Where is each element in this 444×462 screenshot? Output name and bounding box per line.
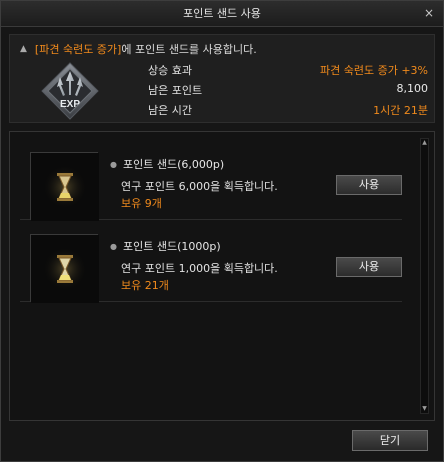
bullet-icon: ● — [110, 160, 117, 169]
hourglass-icon — [31, 153, 99, 221]
item-count: 보유 21개 — [121, 279, 169, 292]
stat-key: 남은 시간 — [148, 104, 192, 117]
hourglass-icon — [31, 235, 99, 303]
scroll-up-arrow-icon[interactable]: ▲ — [421, 139, 428, 147]
stat-row-remaining-points: 남은 포인트 8,100 — [148, 82, 428, 98]
close-icon[interactable]: × — [423, 7, 435, 20]
bullet-icon: ▲ — [20, 44, 27, 54]
emblem-label: EXP — [60, 99, 80, 110]
stat-key: 상승 효과 — [148, 64, 192, 77]
scroll-down-arrow-icon[interactable]: ▼ — [421, 405, 428, 413]
item-name: ● 포인트 샌드(6,000p) — [110, 156, 224, 172]
item-slot[interactable] — [30, 152, 99, 221]
item-name-text: 포인트 샌드(1000p) — [122, 240, 221, 253]
point-sand-window: 포인트 샌드 사용 × ▲ [파견 숙련도 증가]에 포인트 샌드를 사용합니다. — [0, 0, 444, 462]
stat-row-remaining-time: 남은 시간 1시간 21분 — [148, 102, 428, 118]
target-skill: [파견 숙련도 증가] — [34, 43, 122, 56]
info-header: ▲ [파견 숙련도 증가]에 포인트 샌드를 사용합니다. — [20, 41, 257, 57]
info-panel: ▲ [파견 숙련도 증가]에 포인트 샌드를 사용합니다. EXP 상승 효과 … — [9, 34, 435, 123]
list-item: ● 포인트 샌드(6,000p) 연구 포인트 6,000을 획득합니다. 보유 … — [20, 140, 402, 221]
item-count: 보유 9개 — [121, 197, 162, 210]
item-description: 연구 포인트 1,000을 획득합니다. — [121, 262, 278, 275]
list-item: ● 포인트 샌드(1000p) 연구 포인트 1,000을 획득합니다. 보유 2… — [20, 222, 402, 303]
scrollbar[interactable]: ▲ ▼ — [420, 138, 429, 414]
use-button[interactable]: 사용 — [336, 257, 402, 277]
stat-value: 파견 숙련도 증가 +3% — [320, 64, 428, 77]
window-title: 포인트 샌드 사용 — [183, 7, 261, 20]
close-button[interactable]: 닫기 — [352, 430, 428, 451]
item-name-text: 포인트 샌드(6,000p) — [122, 158, 225, 171]
window-titlebar[interactable]: 포인트 샌드 사용 × — [1, 1, 443, 27]
item-slot[interactable] — [30, 234, 99, 303]
use-button[interactable]: 사용 — [336, 175, 402, 195]
stat-value: 8,100 — [396, 82, 429, 95]
bullet-icon: ● — [110, 242, 117, 251]
exp-emblem-icon: EXP — [41, 62, 99, 120]
item-description: 연구 포인트 6,000을 획득합니다. — [121, 180, 278, 193]
stat-key: 남은 포인트 — [148, 84, 203, 97]
item-list-panel: ● 포인트 샌드(6,000p) 연구 포인트 6,000을 획득합니다. 보유 … — [9, 131, 435, 421]
item-name: ● 포인트 샌드(1000p) — [110, 238, 221, 254]
info-header-text: 에 포인트 샌드를 사용합니다. — [121, 43, 257, 56]
stat-value: 1시간 21분 — [373, 104, 428, 117]
stat-row-effect: 상승 효과 파견 숙련도 증가 +3% — [148, 62, 428, 78]
